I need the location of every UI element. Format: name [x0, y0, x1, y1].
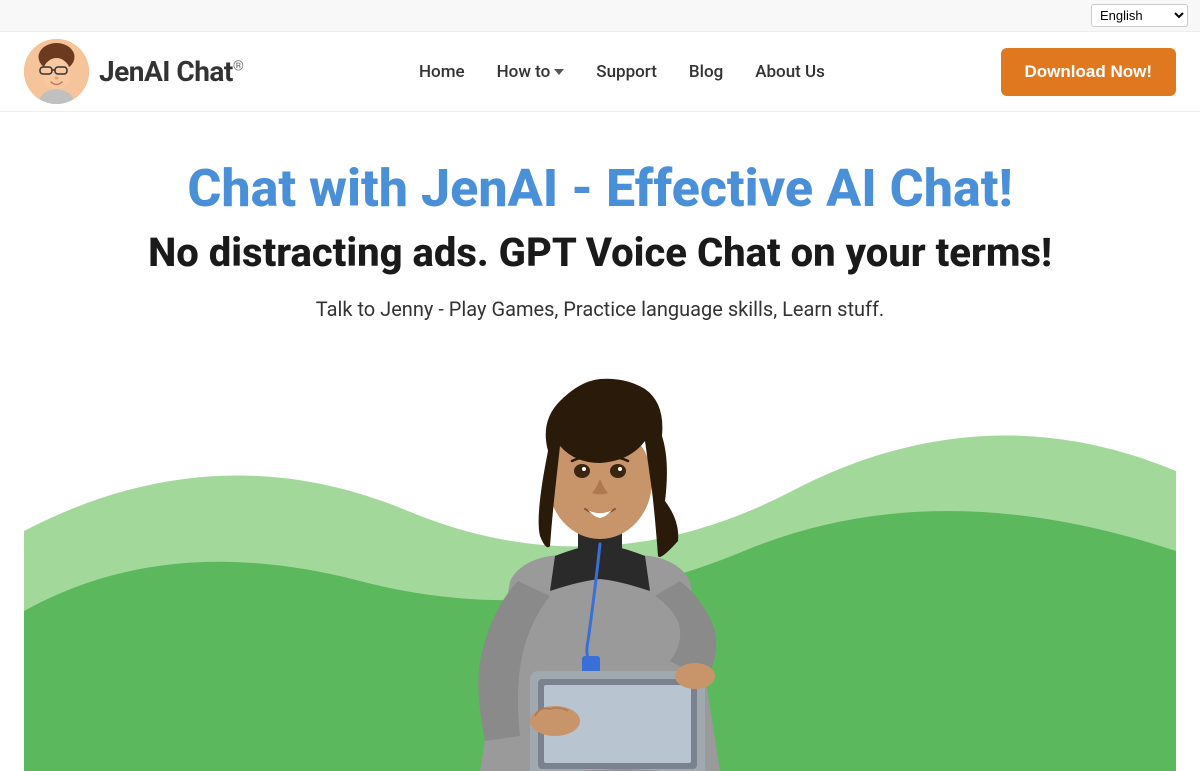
logo-avatar: [24, 39, 89, 104]
hero-subtitle: Talk to Jenny - Play Games, Practice lan…: [24, 297, 1176, 321]
nav-item-blog[interactable]: Blog: [689, 62, 723, 82]
hero-title-black: No distracting ads. GPT Voice Chat on yo…: [24, 229, 1176, 277]
person-container: [410, 361, 790, 771]
nav-howto-label: How to: [497, 62, 551, 82]
nav-item-howto[interactable]: How to: [497, 62, 565, 82]
nav-item-about[interactable]: About Us: [755, 62, 825, 82]
logo-trademark: ®: [233, 59, 244, 75]
hero-section: Chat with JenAI - Effective AI Chat! No …: [0, 112, 1200, 771]
person-svg: [410, 361, 790, 771]
chevron-down-icon: [554, 69, 564, 75]
download-button[interactable]: Download Now!: [1001, 48, 1176, 96]
hero-title-blue: Chat with JenAI - Effective AI Chat!: [24, 160, 1176, 217]
nav-link-about[interactable]: About Us: [755, 62, 825, 82]
nav-link-home[interactable]: Home: [419, 62, 465, 82]
nav-item-support[interactable]: Support: [596, 62, 657, 82]
nav-link-support[interactable]: Support: [596, 62, 657, 82]
nav-link-howto[interactable]: How to: [497, 62, 565, 82]
logo-text: JenAI Chat®: [99, 55, 243, 88]
logo-link[interactable]: JenAI Chat®: [24, 39, 243, 104]
logo-avatar-svg: [24, 39, 89, 104]
nav-link-blog[interactable]: Blog: [689, 62, 723, 82]
navbar: JenAI Chat® Home How to Support Blog Abo…: [0, 32, 1200, 112]
nav-links: Home How to Support Blog About Us: [419, 62, 825, 82]
language-bar: English Spanish French German Portuguese…: [0, 0, 1200, 32]
logo-name: JenAI Chat: [99, 55, 233, 88]
nav-item-home[interactable]: Home: [419, 62, 465, 82]
language-select[interactable]: English Spanish French German Portuguese…: [1091, 4, 1188, 27]
hero-wave-area: [24, 351, 1176, 771]
